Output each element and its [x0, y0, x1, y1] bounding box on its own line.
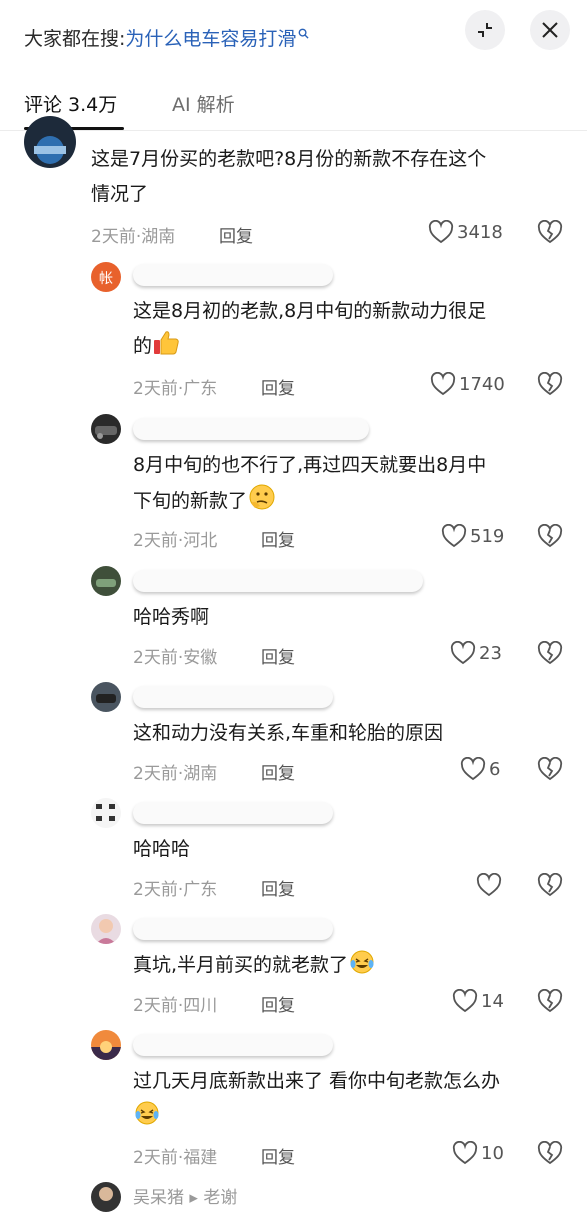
like-count: 14: [481, 990, 504, 1012]
close-button[interactable]: [530, 10, 570, 50]
dislike-button[interactable]: [537, 371, 563, 400]
like-button[interactable]: 1740: [430, 372, 505, 396]
like-button[interactable]: 519: [441, 524, 504, 548]
comment-text: 真坑,半月前买的就老款了: [133, 948, 376, 987]
comment-meta: 2天前·四川: [133, 996, 218, 1016]
comment-text: 哈哈秀啊: [133, 606, 210, 628]
avatar[interactable]: 帐: [91, 262, 121, 292]
like-button[interactable]: 23: [450, 641, 502, 665]
dislike-button[interactable]: [537, 756, 563, 785]
username-redacted: [133, 418, 369, 440]
tab-bar: 评论 3.4万 AI 解析: [0, 80, 587, 130]
reply-button[interactable]: 回复: [261, 643, 295, 668]
comment-meta: 2天前·河北: [133, 531, 218, 551]
comment-text: 这是8月初的老款,8月中旬的新款动力很足 的: [133, 294, 486, 368]
broken-heart-icon: [537, 640, 563, 665]
broken-heart-icon: [537, 371, 563, 396]
avatar[interactable]: [91, 682, 121, 712]
like-count: 6: [489, 758, 501, 780]
like-count: 23: [479, 642, 502, 664]
comment-meta: 2天前·广东: [133, 880, 218, 900]
heart-icon: [441, 524, 467, 548]
comment-meta: 2天前·安徽: [133, 648, 218, 668]
divider: [0, 130, 587, 131]
tab-ai-analysis[interactable]: AI 解析: [172, 90, 235, 117]
comment-text: 这和动力没有关系,车重和轮胎的原因: [133, 722, 444, 744]
username-redacted: [133, 264, 333, 286]
avatar[interactable]: [91, 1030, 121, 1060]
username-redacted: [133, 686, 333, 708]
next-reply-author: 吴呆猪 ▸ 老谢: [133, 1188, 238, 1208]
broken-heart-icon: [537, 1140, 563, 1165]
avatar[interactable]: [24, 116, 76, 168]
like-button[interactable]: 6: [460, 757, 500, 781]
comment-text: 哈哈哈: [133, 838, 191, 860]
search-query-link[interactable]: 为什么电车容易打滑: [125, 24, 296, 51]
dislike-button[interactable]: [537, 1140, 563, 1169]
comment-text: 过几天月底新款出来了 看你中旬老款怎么办: [133, 1064, 500, 1138]
broken-heart-icon: [537, 872, 563, 897]
username-redacted: [133, 570, 423, 592]
collapse-icon: [478, 23, 492, 37]
dislike-button[interactable]: [537, 640, 563, 669]
crying-laugh-emoji: [348, 949, 376, 987]
reply-button[interactable]: 回复: [261, 526, 295, 551]
broken-heart-icon: [537, 219, 563, 244]
heart-icon: [430, 372, 456, 396]
broken-heart-icon: [537, 988, 563, 1013]
reply-button[interactable]: 回复: [261, 991, 295, 1016]
like-button[interactable]: 10: [452, 1141, 504, 1165]
like-count: 3418: [457, 221, 503, 243]
reply-button[interactable]: 回复: [261, 759, 295, 784]
reply-button[interactable]: 回复: [219, 222, 253, 247]
reply-button[interactable]: 回复: [261, 875, 295, 900]
like-count: 1740: [459, 373, 505, 395]
comment-meta: 2天前·福建: [133, 1148, 218, 1168]
heart-icon: [452, 1141, 478, 1165]
heart-icon: [450, 641, 476, 665]
thumbs-up-emoji: [152, 330, 180, 368]
collapse-button[interactable]: [465, 10, 505, 50]
avatar[interactable]: [91, 798, 121, 828]
comment-meta: 2天前·湖南: [91, 227, 176, 247]
like-button[interactable]: 3418: [428, 220, 503, 244]
avatar[interactable]: [91, 914, 121, 944]
comment-meta: 2天前·湖南: [133, 764, 218, 784]
dislike-button[interactable]: [537, 219, 563, 248]
search-prefix: 大家都在搜:: [24, 27, 126, 50]
username-redacted: [133, 918, 333, 940]
avatar[interactable]: [91, 1182, 121, 1212]
close-icon: [542, 22, 558, 38]
broken-heart-icon: [537, 756, 563, 781]
thinking-emoji: [247, 483, 277, 523]
search-bar[interactable]: 大家都在搜: 为什么电车容易打滑: [24, 22, 309, 52]
dislike-button[interactable]: [537, 523, 563, 552]
like-button[interactable]: [476, 873, 505, 897]
heart-icon: [428, 220, 454, 244]
heart-icon: [476, 873, 502, 897]
reply-button[interactable]: 回复: [261, 1143, 295, 1168]
like-count: 10: [481, 1142, 504, 1164]
username-redacted: [133, 1034, 333, 1056]
avatar[interactable]: [91, 414, 121, 444]
reply-button[interactable]: 回复: [261, 374, 295, 399]
search-icon: [299, 28, 309, 39]
username-redacted: [133, 802, 333, 824]
crying-laugh-emoji: [133, 1100, 161, 1138]
heart-icon: [452, 989, 478, 1013]
broken-heart-icon: [537, 523, 563, 548]
comment-meta: 2天前·广东: [133, 379, 218, 399]
comment-text: 这是7月份买的老款吧?8月份的新款不存在这个 情况了: [91, 148, 487, 205]
heart-icon: [460, 757, 486, 781]
comment-text: 8月中旬的也不行了,再过四天就要出8月中 下旬的新款了: [133, 448, 486, 523]
tab-comments[interactable]: 评论 3.4万: [24, 90, 117, 117]
like-count: 519: [470, 525, 505, 547]
avatar[interactable]: [91, 566, 121, 596]
like-button[interactable]: 14: [452, 989, 504, 1013]
dislike-button[interactable]: [537, 988, 563, 1017]
svg-text:帐: 帐: [99, 271, 113, 287]
dislike-button[interactable]: [537, 872, 563, 901]
